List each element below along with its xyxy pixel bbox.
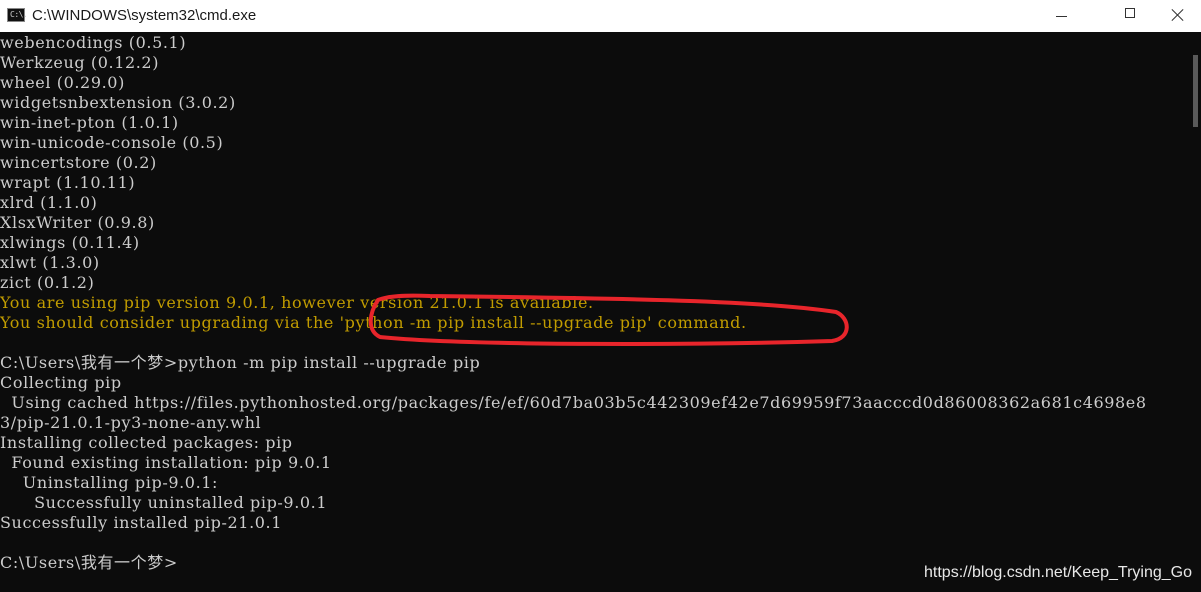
cmd-window: C:\. C:\WINDOWS\system32\cmd.exe webenco… [0,0,1201,592]
watermark: https://blog.csdn.net/Keep_Trying_Go [924,564,1193,581]
red-highlight-annotation [368,293,849,346]
